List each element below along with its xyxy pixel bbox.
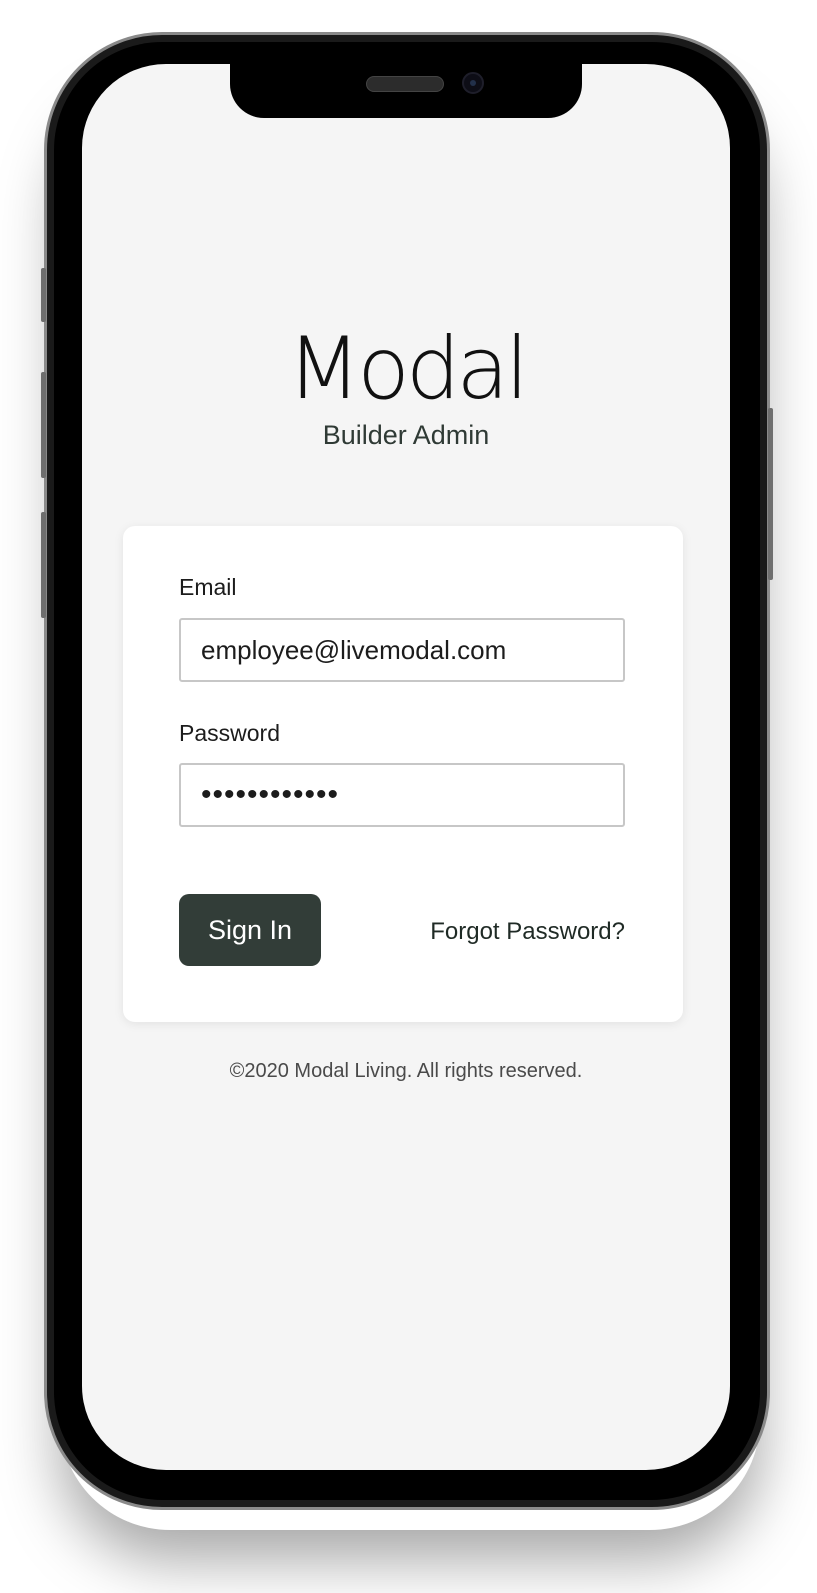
app-subtitle: Builder Admin bbox=[322, 420, 490, 450]
volume-up-button bbox=[41, 372, 46, 478]
sign-in-button[interactable]: Sign In bbox=[179, 894, 321, 966]
power-button bbox=[768, 408, 773, 580]
speaker-grille bbox=[366, 76, 444, 92]
email-field[interactable] bbox=[179, 618, 625, 682]
email-label: Email bbox=[179, 574, 237, 600]
phone-screen: Modal Builder Admin Email Password Sign … bbox=[82, 64, 730, 1470]
volume-down-button bbox=[41, 512, 46, 618]
password-field[interactable] bbox=[179, 763, 625, 827]
forgot-password-link[interactable]: Forgot Password? bbox=[430, 918, 625, 946]
front-camera-icon bbox=[462, 72, 484, 94]
notch bbox=[230, 64, 582, 118]
password-label: Password bbox=[179, 720, 280, 746]
device-mockup: Modal Builder Admin Email Password Sign … bbox=[0, 0, 817, 1593]
mute-switch bbox=[41, 268, 46, 322]
login-card: Email Password Sign In Forgot Password? bbox=[123, 526, 683, 1022]
copyright-footer: ©2020 Modal Living. All rights reserved. bbox=[229, 1060, 583, 1082]
logo: Modal bbox=[287, 319, 529, 419]
